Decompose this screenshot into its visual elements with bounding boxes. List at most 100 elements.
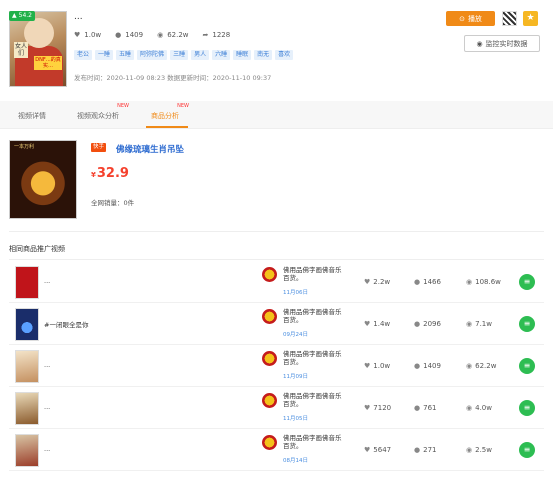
tag[interactable]: 六睡 <box>212 50 231 60</box>
video-thumb[interactable] <box>15 350 39 383</box>
user-name[interactable]: 佛用品佛字画佛音乐百货。 <box>283 350 343 366</box>
views-stat: ◉ 62.2w <box>157 31 189 39</box>
tag[interactable]: 一睡 <box>95 50 114 60</box>
product-image[interactable]: 一本万利 <box>9 140 77 219</box>
video-row[interactable]: ... 佛用品佛字画佛音乐百货。 08月14日 ♥ 5647 ● 271 ◉ 2.5w… <box>9 430 544 471</box>
list-icon[interactable]: ≡ <box>519 442 535 458</box>
video-date: 11月05日 <box>283 416 308 422</box>
section-title: 相同商品推广视频 <box>9 245 65 253</box>
likes-stat: ♥ 7120 <box>364 404 391 412</box>
tab-video-details[interactable]: 视频详情 <box>18 111 46 121</box>
score-badge: ▲ 54.2 <box>9 11 35 21</box>
comment-icon: ● <box>414 362 421 370</box>
views-value: 4.0w <box>475 404 492 412</box>
likes-value: 1.4w <box>373 320 391 328</box>
list-icon[interactable]: ≡ <box>519 400 535 416</box>
user-avatar[interactable] <box>262 267 277 282</box>
new-badge: NEW <box>117 103 129 109</box>
comment-icon: ● <box>414 446 421 454</box>
tag[interactable]: 男人 <box>191 50 210 60</box>
video-title[interactable]: ... <box>44 403 50 411</box>
comments-stat: ● 271 <box>414 446 436 454</box>
view-icon: ◉ <box>466 404 473 412</box>
thumb-face <box>24 18 54 48</box>
like-icon: ♥ <box>364 362 371 370</box>
play-icon: ⊙ <box>459 14 465 23</box>
eye-icon: ◉ <box>476 39 483 48</box>
user-name[interactable]: 佛用品佛字画佛音乐百货。 <box>283 266 343 282</box>
likes-stat: ♥ 1.0w <box>364 362 390 370</box>
video-thumb[interactable] <box>15 392 39 425</box>
video-thumbnail[interactable]: 女人们 DNF…的真实… <box>9 11 67 87</box>
view-icon: ◉ <box>466 278 473 286</box>
shares-stat: ➦ 1228 <box>202 31 231 39</box>
user-avatar[interactable] <box>262 435 277 450</box>
tag[interactable]: 五睡 <box>116 50 135 60</box>
tag[interactable]: 阿弥陀佛 <box>137 50 168 60</box>
likes-value: 5647 <box>373 446 392 454</box>
video-title[interactable]: ... <box>44 361 50 369</box>
comments-value: 271 <box>423 446 437 454</box>
tag[interactable]: 喜欢 <box>275 50 294 60</box>
list-icon[interactable]: ≡ <box>519 274 535 290</box>
views-value: 2.5w <box>475 446 492 454</box>
comments-stat: ● 1409 <box>414 362 441 370</box>
tag[interactable]: 三睡 <box>170 50 189 60</box>
video-row[interactable]: ... 佛用品佛字画佛音乐百货。 11月06日 ♥ 2.2w ● 1466 ◉ 108… <box>9 262 544 303</box>
play-button[interactable]: ⊙ 播放 <box>446 11 495 26</box>
likes-value: 2.2w <box>373 278 391 286</box>
tag[interactable]: 南无 <box>254 50 273 60</box>
video-row[interactable]: ... 佛用品佛字画佛音乐百货。 11月05日 ♥ 7120 ● 761 ◉ 4.0w… <box>9 388 544 429</box>
thumb-caption-right: DNF…的真实… <box>34 56 62 70</box>
like-icon: ♥ <box>364 320 371 328</box>
tag-list: 老公 一睡 五睡 阿弥陀佛 三睡 男人 六睡 睡眠 南无 喜欢 <box>74 50 294 60</box>
likes-stat: ♥ 5647 <box>364 446 391 454</box>
video-title[interactable]: ... <box>44 277 50 285</box>
video-thumb[interactable] <box>15 434 39 467</box>
product-image-text: 一本万利 <box>14 144 35 150</box>
video-title[interactable]: #一闭眼全是你 <box>44 319 88 329</box>
video-title: ... <box>74 12 83 22</box>
user-name[interactable]: 佛用品佛字画佛音乐百货。 <box>283 308 343 324</box>
views-stat: ◉ 108.6w <box>466 278 501 286</box>
monitor-button[interactable]: ◉ 监控实时数据 <box>464 35 540 52</box>
list-icon[interactable]: ≡ <box>519 316 535 332</box>
divider <box>9 259 544 260</box>
share-icon: ➦ <box>202 31 209 39</box>
user-avatar[interactable] <box>262 309 277 324</box>
qr-icon[interactable] <box>502 11 517 26</box>
comments-stat: ● 761 <box>414 404 436 412</box>
views-value: 108.6w <box>475 278 501 286</box>
user-avatar[interactable] <box>262 393 277 408</box>
tag[interactable]: 睡眠 <box>233 50 252 60</box>
views-stat: ◉ 7.1w <box>466 320 492 328</box>
user-name[interactable]: 佛用品佛字画佛音乐百货。 <box>283 434 343 450</box>
views-stat: ◉ 62.2w <box>466 362 496 370</box>
comment-icon: ● <box>414 320 421 328</box>
user-name[interactable]: 佛用品佛字画佛音乐百货。 <box>283 392 343 408</box>
video-date: 11月09日 <box>283 374 308 380</box>
likes-stat: ♥ 2.2w <box>364 278 390 286</box>
views-stat: ◉ 2.5w <box>466 446 492 454</box>
play-label: 播放 <box>467 14 482 23</box>
video-title[interactable]: ... <box>44 445 50 453</box>
list-icon[interactable]: ≡ <box>519 358 535 374</box>
user-avatar[interactable] <box>262 351 277 366</box>
video-thumb[interactable] <box>15 266 39 299</box>
like-icon: ♥ <box>74 31 81 39</box>
tag[interactable]: 老公 <box>74 50 93 60</box>
tab-product-analysis[interactable]: 商品分析 NEW <box>151 103 189 121</box>
video-thumb[interactable] <box>15 308 39 341</box>
comments-stat: ● 1466 <box>414 278 441 286</box>
tab-audience-analysis[interactable]: 视频观众分析 NEW <box>77 103 129 121</box>
star-icon[interactable]: ★ <box>523 11 538 26</box>
comments-value: 1466 <box>423 278 441 286</box>
comment-icon: ● <box>414 404 421 412</box>
video-row[interactable]: #一闭眼全是你 佛用品佛字画佛音乐百货。 09月24日 ♥ 1.4w ● 2096 … <box>9 304 544 345</box>
new-badge: NEW <box>177 103 189 109</box>
view-icon: ◉ <box>466 320 473 328</box>
price-value: 32.9 <box>96 166 129 181</box>
video-row[interactable]: ... 佛用品佛字画佛音乐百货。 11月09日 ♥ 1.0w ● 1409 ◉ 62.… <box>9 346 544 387</box>
product-title[interactable]: 佛缘琉璃生肖吊坠 <box>116 143 184 155</box>
currency: ¥ <box>91 171 96 179</box>
